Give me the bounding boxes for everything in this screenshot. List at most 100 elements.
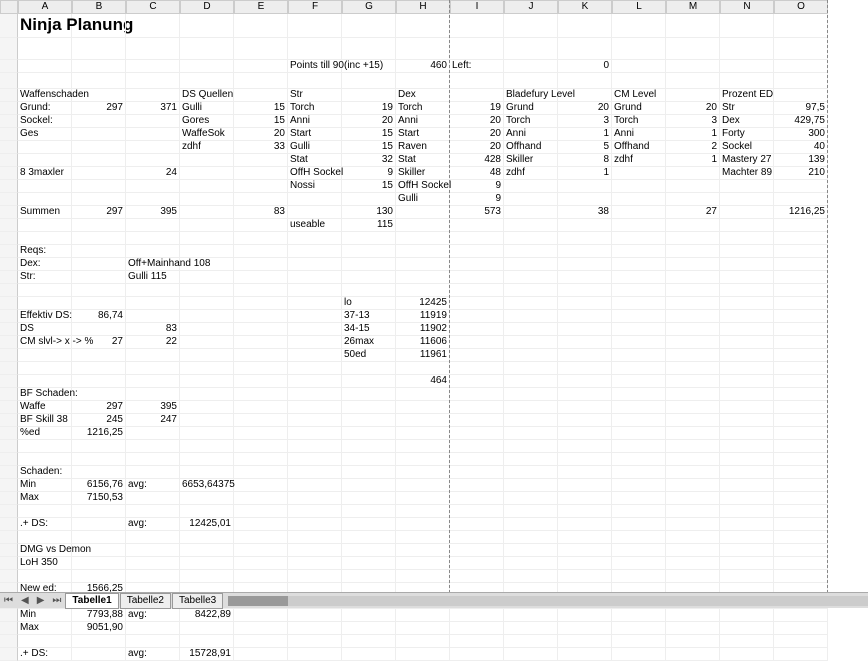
cell-E-title[interactable] bbox=[234, 14, 288, 38]
cell-O-sp8[interactable] bbox=[774, 505, 828, 518]
cell-L-r38[interactable] bbox=[612, 518, 666, 531]
cell-F-r10[interactable]: Stat bbox=[288, 154, 342, 167]
cell-C-r41[interactable] bbox=[126, 557, 180, 570]
cell-M-r40[interactable] bbox=[666, 544, 720, 557]
cell-G-r21[interactable]: lo bbox=[342, 297, 396, 310]
cell-D-r3[interactable] bbox=[180, 60, 234, 73]
cell-C-r9[interactable] bbox=[126, 141, 180, 154]
cell-A-sp7[interactable] bbox=[18, 453, 72, 466]
cell-M-r15[interactable] bbox=[666, 219, 720, 232]
cell-A-r29[interactable]: Waffe bbox=[18, 401, 72, 414]
cell-K-r27[interactable] bbox=[558, 375, 612, 388]
cell-C-r11[interactable]: 24 bbox=[126, 167, 180, 180]
cell-O-r15[interactable] bbox=[774, 219, 828, 232]
cell-H-sp8[interactable] bbox=[396, 505, 450, 518]
cell-O-r28[interactable] bbox=[774, 388, 828, 401]
cell-I-sp8[interactable] bbox=[450, 505, 504, 518]
cell-A-r9[interactable] bbox=[18, 141, 72, 154]
cell-A-r41[interactable]: LoH 350 bbox=[18, 557, 72, 570]
cell-M-sp3[interactable] bbox=[666, 232, 720, 245]
cell-D-r7[interactable]: Gores bbox=[180, 115, 234, 128]
cell-B-r8[interactable] bbox=[72, 128, 126, 141]
cell-H-sp12[interactable] bbox=[396, 635, 450, 648]
cell-E-r19[interactable] bbox=[234, 271, 288, 284]
cell-O-r30[interactable] bbox=[774, 414, 828, 427]
cell-I-sp1[interactable] bbox=[450, 38, 504, 60]
cell-E-r30[interactable] bbox=[234, 414, 288, 427]
cell-H-r34[interactable] bbox=[396, 466, 450, 479]
cell-H-r25[interactable]: 11961 bbox=[396, 349, 450, 362]
cell-N-r13[interactable] bbox=[720, 193, 774, 206]
cell-D-r13[interactable] bbox=[180, 193, 234, 206]
cell-L-r24[interactable] bbox=[612, 336, 666, 349]
cell-L-r21[interactable] bbox=[612, 297, 666, 310]
cell-B-sp6[interactable] bbox=[72, 440, 126, 453]
cell-I-r34[interactable] bbox=[450, 466, 504, 479]
cell-K-r48[interactable] bbox=[558, 648, 612, 661]
cell-G-sp8[interactable] bbox=[342, 505, 396, 518]
cell-F-r5[interactable]: Str bbox=[288, 89, 342, 102]
row-gutter[interactable] bbox=[0, 73, 18, 89]
cell-M-r34[interactable] bbox=[666, 466, 720, 479]
cell-C-r22[interactable] bbox=[126, 310, 180, 323]
cell-F-r45[interactable] bbox=[288, 609, 342, 622]
cell-E-r35[interactable] bbox=[234, 479, 288, 492]
cell-B-r45[interactable]: 7793,88 bbox=[72, 609, 126, 622]
cell-I-r10[interactable]: 428 bbox=[450, 154, 504, 167]
cell-L-r14[interactable] bbox=[612, 206, 666, 219]
cell-A-title[interactable]: Ninja Planung bbox=[18, 14, 72, 38]
cell-I-sp6[interactable] bbox=[450, 440, 504, 453]
cell-A-r7[interactable]: Sockel: bbox=[18, 115, 72, 128]
cell-O-sp3[interactable] bbox=[774, 232, 828, 245]
row-gutter[interactable] bbox=[0, 180, 18, 193]
cell-O-sp10[interactable] bbox=[774, 570, 828, 583]
cell-I-r35[interactable] bbox=[450, 479, 504, 492]
cell-M-r17[interactable] bbox=[666, 245, 720, 258]
cell-I-r22[interactable] bbox=[450, 310, 504, 323]
cell-L-r29[interactable] bbox=[612, 401, 666, 414]
row-gutter[interactable] bbox=[0, 284, 18, 297]
cell-G-r41[interactable] bbox=[342, 557, 396, 570]
cell-G-r38[interactable] bbox=[342, 518, 396, 531]
col-header-I[interactable]: I bbox=[450, 0, 504, 14]
cell-I-r15[interactable] bbox=[450, 219, 504, 232]
cell-E-sp8[interactable] bbox=[234, 505, 288, 518]
cell-H-r13[interactable]: Gulli bbox=[396, 193, 450, 206]
cell-H-sp3[interactable] bbox=[396, 232, 450, 245]
cell-K-r17[interactable] bbox=[558, 245, 612, 258]
cell-M-r27[interactable] bbox=[666, 375, 720, 388]
cell-O-sp7[interactable] bbox=[774, 453, 828, 466]
cell-F-r40[interactable] bbox=[288, 544, 342, 557]
cell-A-r6[interactable]: Grund: bbox=[18, 102, 72, 115]
cell-J-sp2[interactable] bbox=[504, 73, 558, 89]
cell-K-r36[interactable] bbox=[558, 492, 612, 505]
cell-D-r15[interactable] bbox=[180, 219, 234, 232]
row-gutter[interactable] bbox=[0, 453, 18, 466]
cell-I-sp5[interactable] bbox=[450, 362, 504, 375]
cell-G-r17[interactable] bbox=[342, 245, 396, 258]
cell-N-r35[interactable] bbox=[720, 479, 774, 492]
cell-G-r46[interactable] bbox=[342, 622, 396, 635]
cell-F-r3[interactable]: Points till 90 bbox=[288, 60, 342, 73]
cell-A-r19[interactable]: Str: bbox=[18, 271, 72, 284]
cell-L-r3[interactable] bbox=[612, 60, 666, 73]
cell-G-r28[interactable] bbox=[342, 388, 396, 401]
cell-A-r13[interactable] bbox=[18, 193, 72, 206]
cell-B-r14[interactable]: 297 bbox=[72, 206, 126, 219]
cell-K-r41[interactable] bbox=[558, 557, 612, 570]
cell-J-r6[interactable]: Grund bbox=[504, 102, 558, 115]
cell-D-r34[interactable] bbox=[180, 466, 234, 479]
cell-G-r48[interactable] bbox=[342, 648, 396, 661]
cell-J-r40[interactable] bbox=[504, 544, 558, 557]
cell-E-r11[interactable] bbox=[234, 167, 288, 180]
cell-M-r5[interactable] bbox=[666, 89, 720, 102]
cell-O-sp2[interactable] bbox=[774, 73, 828, 89]
cell-E-r8[interactable]: 20 bbox=[234, 128, 288, 141]
row-gutter[interactable] bbox=[0, 115, 18, 128]
cell-K-r22[interactable] bbox=[558, 310, 612, 323]
cell-O-sp1[interactable] bbox=[774, 38, 828, 60]
cell-O-r48[interactable] bbox=[774, 648, 828, 661]
cell-J-r34[interactable] bbox=[504, 466, 558, 479]
cell-F-sp1[interactable] bbox=[288, 38, 342, 60]
cell-N-r7[interactable]: Dex bbox=[720, 115, 774, 128]
